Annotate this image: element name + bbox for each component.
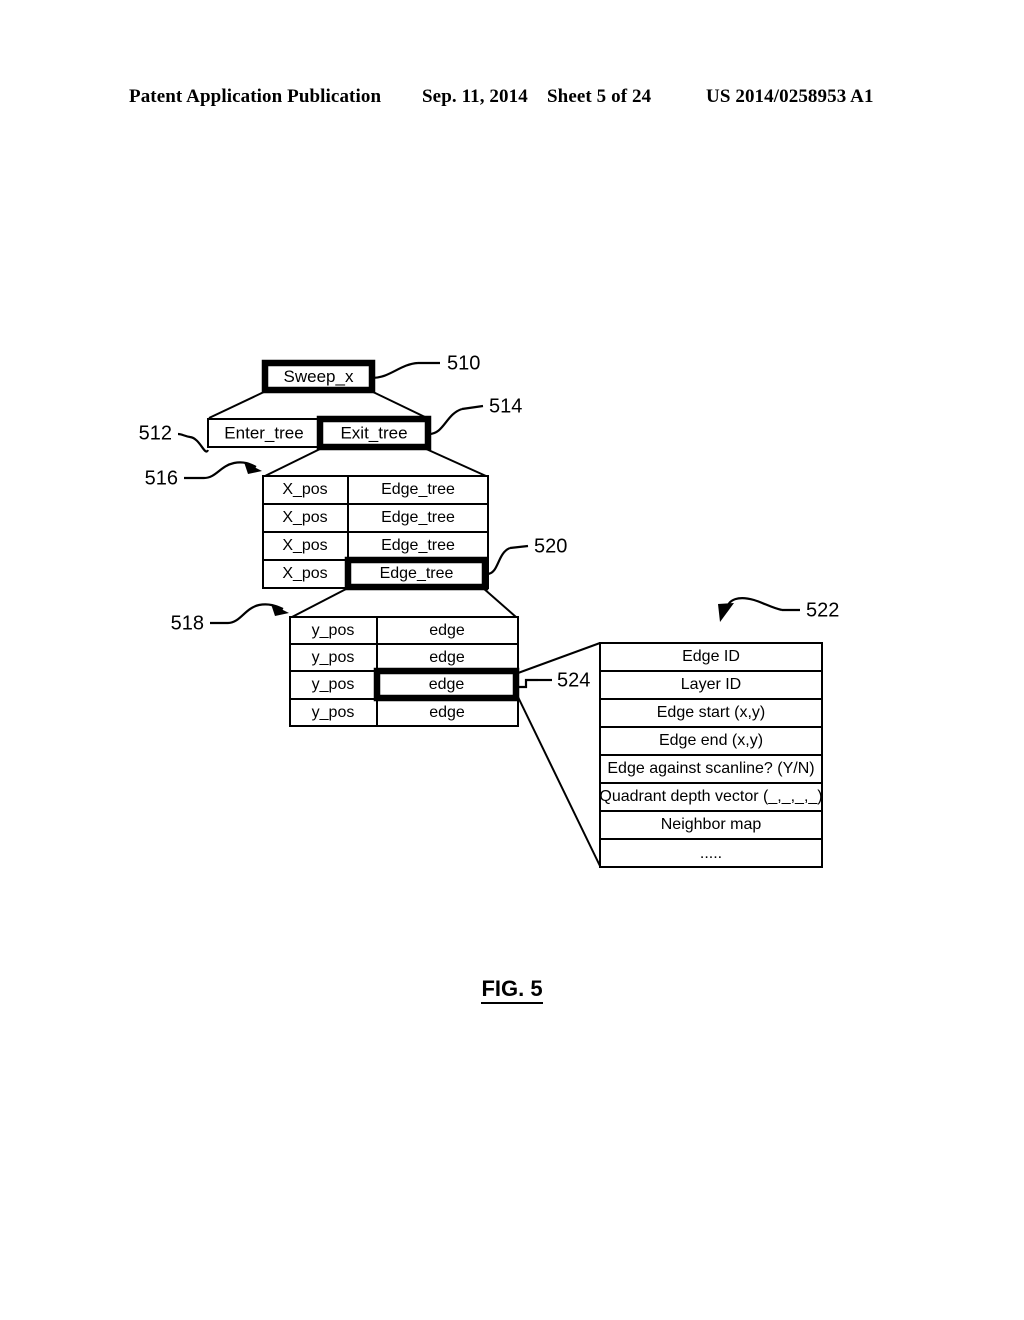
x-table-key-2: X_pos — [282, 537, 327, 554]
y-table-key-3: y_pos — [312, 704, 355, 721]
enter-tree-label: Enter_tree — [224, 423, 303, 442]
ref-516-arrowhead — [244, 462, 262, 474]
x-table-key-0: X_pos — [282, 481, 327, 498]
y-table-key-2: y_pos — [312, 676, 355, 693]
connector-exit-tree-to-x-table — [264, 447, 487, 477]
y-table-value-2: edge — [429, 676, 465, 693]
connector-sweep-to-tree-row — [208, 390, 428, 419]
x-table-highlighted-edge-tree-cell[interactable]: Edge_tree — [344, 556, 489, 591]
edge-record-field-4: Edge against scanline? (Y/N) — [607, 760, 814, 777]
figure-5-diagram: Sweep_x 510 Enter_tree Exit_tree 512 514… — [139, 352, 839, 868]
ref-510: 510 — [371, 352, 480, 380]
ref-512-label: 512 — [139, 422, 172, 444]
edge-record-field-5: Quadrant depth vector (_,_,_,_) — [599, 788, 822, 805]
exit-tree-label: Exit_tree — [340, 423, 407, 442]
edge-record-field-0: Edge ID — [682, 648, 740, 665]
x-table-key-1: X_pos — [282, 509, 327, 526]
ref-522-label: 522 — [806, 599, 839, 621]
ref-520-label: 520 — [534, 535, 567, 557]
ref-516: 516 — [145, 461, 262, 489]
y-table-highlighted-edge-cell[interactable]: edge — [373, 667, 520, 702]
y-pos-table: y_pos edge y_pos edge y_pos y_pos edge e… — [289, 616, 520, 727]
ref-518-label: 518 — [171, 612, 204, 634]
y-table-value-0: edge — [429, 622, 465, 639]
ref-518-arrowhead — [271, 604, 289, 616]
ref-510-label: 510 — [447, 352, 480, 374]
edge-record-field-2: Edge start (x,y) — [657, 704, 765, 721]
x-table-value-2: Edge_tree — [381, 537, 455, 554]
edge-record-table: Edge ID Layer ID Edge start (x,y) Edge e… — [599, 642, 823, 868]
ref-522-arrowhead — [718, 603, 734, 622]
y-table-value-1: edge — [429, 649, 465, 666]
ref-512: 512 — [139, 422, 210, 453]
x-table-value-0: Edge_tree — [381, 481, 455, 498]
connector-edge-tree-to-y-table — [291, 587, 517, 618]
x-table-key-3: X_pos — [282, 565, 327, 582]
x-table-value-3: Edge_tree — [380, 565, 454, 582]
ref-524: 524 — [519, 669, 590, 691]
edge-record-field-1: Layer ID — [681, 676, 741, 693]
edge-record-field-6: Neighbor map — [661, 816, 762, 833]
ref-514: 514 — [428, 395, 522, 436]
x-table-value-1: Edge_tree — [381, 509, 455, 526]
y-table-value-3: edge — [429, 704, 465, 721]
ref-514-label: 514 — [489, 395, 522, 417]
ref-516-label: 516 — [145, 467, 178, 489]
enter-tree-box[interactable]: Enter_tree — [207, 418, 321, 448]
sweep-x-box[interactable]: Sweep_x — [261, 359, 376, 394]
edge-record-field-3: Edge end (x,y) — [659, 732, 763, 749]
ref-524-label: 524 — [557, 669, 590, 691]
figure-caption: FIG. 5 — [0, 976, 1024, 1004]
ref-518: 518 — [171, 603, 289, 634]
edge-record-field-7: ..... — [700, 845, 722, 862]
y-table-key-0: y_pos — [312, 622, 355, 639]
y-table-key-1: y_pos — [312, 649, 355, 666]
ref-520: 520 — [486, 535, 567, 576]
figure-caption-text: FIG. 5 — [481, 976, 543, 1004]
x-pos-table: X_pos Edge_tree X_pos Edge_tree X_pos Ed… — [262, 475, 489, 591]
exit-tree-box[interactable]: Exit_tree — [316, 415, 432, 451]
sweep-x-label: Sweep_x — [284, 367, 354, 386]
ref-522: 522 — [718, 597, 839, 622]
